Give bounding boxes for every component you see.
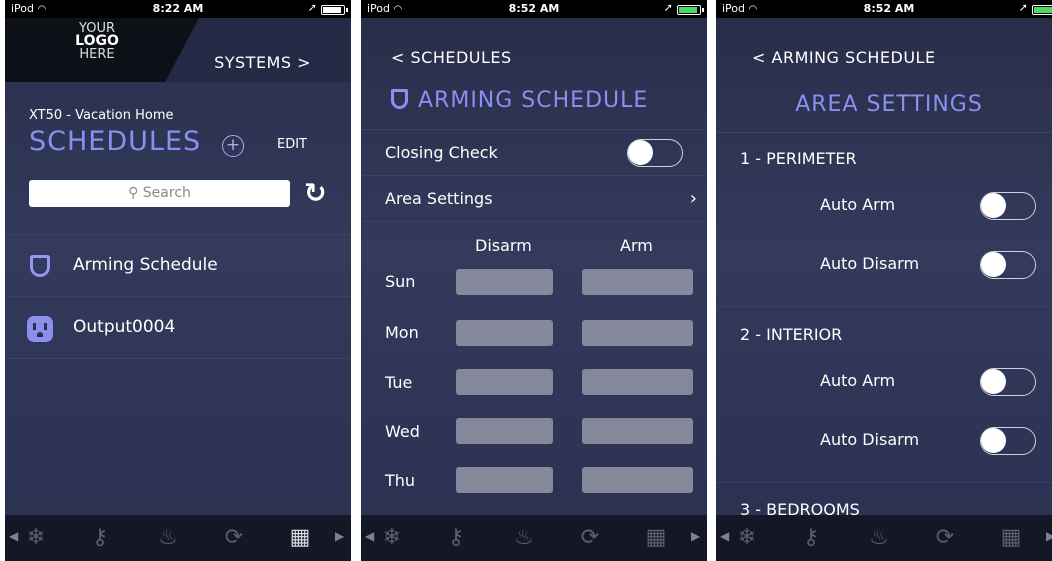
search-placeholder: Search bbox=[142, 185, 191, 201]
area-header-interior: 2 - INTERIOR bbox=[740, 325, 843, 344]
tab-scroll-right-icon[interactable]: ▶ bbox=[1046, 529, 1052, 543]
disarm-time-mon[interactable] bbox=[456, 320, 553, 346]
perimeter-auto-disarm-toggle[interactable] bbox=[980, 251, 1036, 279]
status-bar: iPod ◠ 8:52 AM ➚ bbox=[361, 0, 707, 18]
closing-check-toggle[interactable] bbox=[627, 139, 683, 167]
status-bar: iPod ◠ 8:22 AM ➚ bbox=[5, 0, 351, 18]
disarm-time-thu[interactable] bbox=[456, 467, 553, 493]
perimeter-auto-arm-toggle[interactable] bbox=[980, 192, 1036, 220]
back-button[interactable]: < SCHEDULES bbox=[391, 48, 512, 67]
list-item-label: Output0004 bbox=[73, 317, 176, 337]
chevron-left-icon: < bbox=[391, 48, 411, 67]
shield-icon bbox=[27, 254, 53, 280]
list-item-label: Arming Schedule bbox=[73, 255, 218, 275]
battery-icon bbox=[321, 5, 348, 15]
day-label-wed: Wed bbox=[385, 422, 420, 441]
status-time: 8:52 AM bbox=[508, 2, 560, 15]
edit-button[interactable]: EDIT bbox=[277, 137, 307, 152]
closing-check-row: Closing Check bbox=[361, 129, 707, 176]
zwave-icon[interactable]: ❄ bbox=[21, 523, 51, 553]
battery-icon bbox=[677, 5, 704, 15]
tab-bar: ◀ ❄ ⚷ ♨ ⟳ ▦ ▶ bbox=[5, 515, 351, 561]
page-title: SCHEDULES bbox=[29, 126, 202, 157]
arm-time-tue[interactable] bbox=[582, 369, 693, 395]
area-settings-screen: iPod ◠ 8:52 AM ➚ < ARMING SCHEDULE AREA … bbox=[716, 0, 1052, 561]
closing-check-label: Closing Check bbox=[385, 143, 498, 162]
tab-scroll-left-icon[interactable]: ◀ bbox=[9, 529, 18, 543]
auto-disarm-label: Auto Disarm bbox=[820, 430, 920, 449]
search-input[interactable]: ⚲ Search bbox=[29, 180, 290, 207]
key-icon[interactable]: ⚷ bbox=[85, 523, 115, 553]
page-title: AREA SETTINGS bbox=[795, 92, 983, 117]
calendar-icon[interactable]: ▦ bbox=[996, 523, 1026, 553]
lightbulb-icon[interactable]: ♨ bbox=[153, 523, 183, 553]
interior-auto-arm-toggle[interactable] bbox=[980, 368, 1036, 396]
day-label-tue: Tue bbox=[385, 373, 413, 392]
day-label-sun: Sun bbox=[385, 272, 416, 291]
logo: YOUR LOGO HERE bbox=[75, 21, 119, 62]
lightbulb-icon[interactable]: ♨ bbox=[509, 523, 539, 553]
list-item-output0004[interactable]: Output0004 bbox=[5, 296, 351, 359]
chevron-right-icon: › bbox=[689, 188, 697, 209]
tab-bar: ◀ ❄ ⚷ ♨ ⟳ ▦ ▶ bbox=[716, 515, 1052, 561]
chevron-left-icon: < bbox=[752, 48, 772, 67]
battery-icon bbox=[1032, 5, 1052, 15]
power-icon[interactable]: ⟳ bbox=[575, 523, 605, 553]
tab-scroll-right-icon[interactable]: ▶ bbox=[691, 529, 700, 543]
auto-arm-label: Auto Arm bbox=[820, 371, 896, 390]
lightbulb-icon[interactable]: ♨ bbox=[864, 523, 894, 553]
location-icon: ➚ bbox=[1018, 1, 1028, 14]
disarm-time-sun[interactable] bbox=[456, 269, 553, 295]
zwave-icon[interactable]: ❄ bbox=[377, 523, 407, 553]
system-name: XT50 - Vacation Home bbox=[29, 108, 174, 123]
power-icon[interactable]: ⟳ bbox=[219, 523, 249, 553]
status-bar: iPod ◠ 8:52 AM ➚ bbox=[716, 0, 1052, 18]
disarm-column-header: Disarm bbox=[475, 236, 532, 255]
calendar-icon[interactable]: ▦ bbox=[641, 523, 671, 553]
arm-column-header: Arm bbox=[620, 236, 653, 255]
area-header-perimeter: 1 - PERIMETER bbox=[740, 149, 857, 168]
add-schedule-button[interactable]: + bbox=[222, 135, 244, 157]
area-settings-label: Area Settings bbox=[385, 189, 493, 208]
page-title: ARMING SCHEDULE bbox=[391, 88, 648, 113]
search-icon: ⚲ bbox=[128, 185, 139, 201]
disarm-time-tue[interactable] bbox=[456, 369, 553, 395]
shield-icon bbox=[391, 89, 408, 109]
arm-time-wed[interactable] bbox=[582, 418, 693, 444]
location-icon: ➚ bbox=[663, 1, 673, 14]
status-time: 8:52 AM bbox=[863, 2, 915, 15]
zwave-icon[interactable]: ❄ bbox=[732, 523, 762, 553]
systems-link[interactable]: SYSTEMS > bbox=[214, 53, 311, 72]
tab-scroll-right-icon[interactable]: ▶ bbox=[335, 529, 344, 543]
status-time: 8:22 AM bbox=[152, 2, 204, 15]
calendar-icon[interactable]: ▦ bbox=[285, 523, 315, 553]
auto-disarm-label: Auto Disarm bbox=[820, 254, 920, 273]
day-label-thu: Thu bbox=[385, 471, 416, 490]
day-label-mon: Mon bbox=[385, 323, 419, 342]
arm-time-thu[interactable] bbox=[582, 467, 693, 493]
key-icon[interactable]: ⚷ bbox=[441, 523, 471, 553]
arm-time-mon[interactable] bbox=[582, 320, 693, 346]
power-icon[interactable]: ⟳ bbox=[930, 523, 960, 553]
interior-auto-disarm-toggle[interactable] bbox=[980, 427, 1036, 455]
auto-arm-label: Auto Arm bbox=[820, 195, 896, 214]
arming-schedule-screen: iPod ◠ 8:52 AM ➚ < SCHEDULES ARMING SCHE… bbox=[361, 0, 707, 561]
key-icon[interactable]: ⚷ bbox=[796, 523, 826, 553]
tab-scroll-left-icon[interactable]: ◀ bbox=[720, 529, 729, 543]
outlet-icon bbox=[27, 316, 53, 342]
schedules-screen: iPod ◠ 8:22 AM ➚ YOUR LOGO HERE SYSTEMS … bbox=[5, 0, 351, 561]
location-icon: ➚ bbox=[307, 1, 317, 14]
tab-scroll-left-icon[interactable]: ◀ bbox=[365, 529, 374, 543]
tab-bar: ◀ ❄ ⚷ ♨ ⟳ ▦ ▶ bbox=[361, 515, 707, 561]
back-button[interactable]: < ARMING SCHEDULE bbox=[752, 48, 936, 67]
disarm-time-wed[interactable] bbox=[456, 418, 553, 444]
refresh-icon[interactable]: ↻ bbox=[304, 178, 327, 209]
list-item-arming-schedule[interactable]: Arming Schedule bbox=[5, 234, 351, 297]
arm-time-sun[interactable] bbox=[582, 269, 693, 295]
area-settings-row[interactable]: Area Settings › bbox=[361, 175, 707, 222]
